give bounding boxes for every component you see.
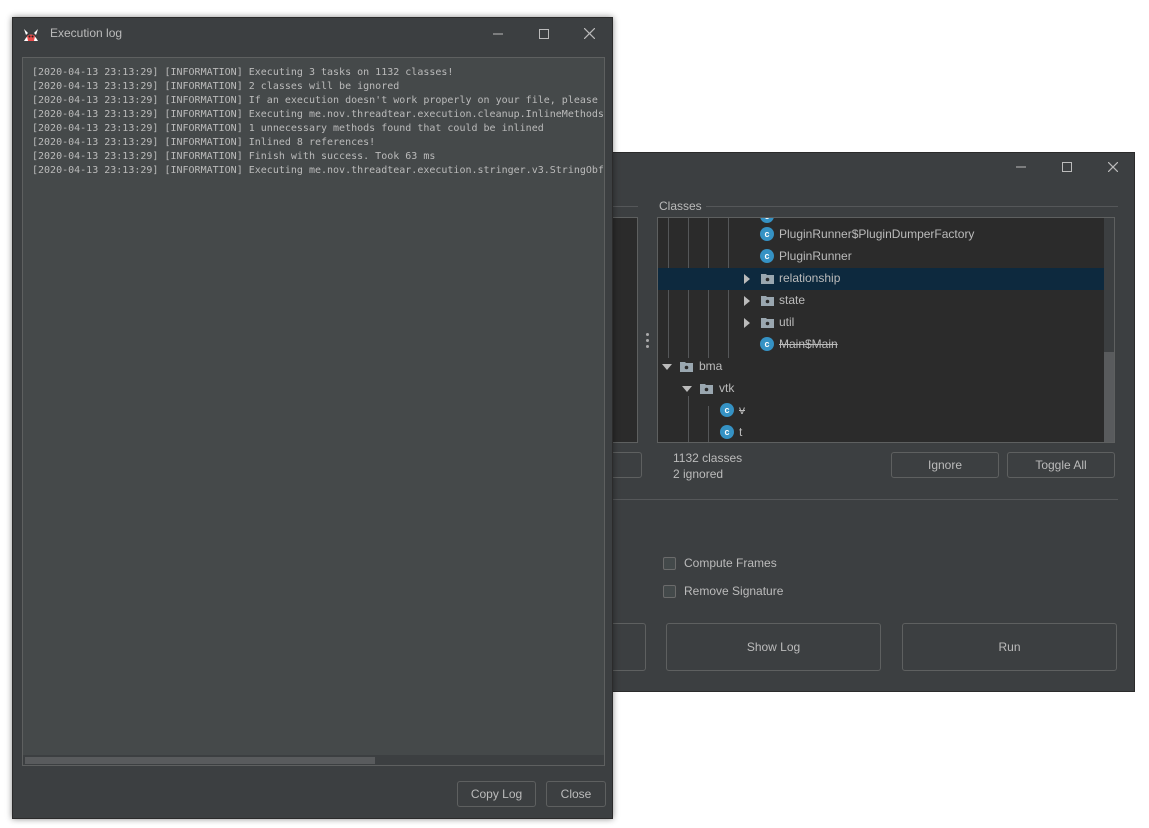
class-icon: c [760, 249, 774, 263]
tree-label: v [739, 403, 745, 417]
folder-icon [761, 318, 774, 328]
tree-row[interactable]: state [658, 290, 1104, 312]
window-title: Execution log [50, 26, 123, 40]
log-line: [2020-04-13 23:13:29] [INFORMATION] Exec… [32, 165, 605, 176]
tree-label: util [779, 315, 795, 329]
log-line: [2020-04-13 23:13:29] [INFORMATION] Inli… [32, 137, 376, 148]
tree-label: bma [699, 359, 723, 373]
folder-icon [761, 274, 774, 284]
tree-label: PluginRunner [779, 249, 852, 263]
tree-label: state [779, 293, 806, 307]
close-icon[interactable] [566, 18, 612, 49]
tree-row[interactable]: util [658, 312, 1104, 334]
tree-scrollbar-thumb[interactable] [1104, 352, 1114, 442]
tree-label: Main$Main [779, 337, 838, 351]
splitter-handle[interactable] [646, 333, 650, 349]
close-button[interactable]: Close [546, 781, 606, 807]
tree-row[interactable]: c PluginRunner$PluginDumperFactory [658, 224, 1104, 246]
remove-signature-option[interactable]: Remove Signature [663, 582, 783, 600]
run-button[interactable]: Run [902, 623, 1117, 671]
copy-log-button[interactable]: Copy Log [457, 781, 536, 807]
log-scrollbar-thumb[interactable] [25, 757, 375, 764]
collapse-arrow-icon[interactable] [662, 362, 672, 372]
tree-row[interactable]: vtk [658, 378, 1104, 400]
tree-label: vtk [719, 381, 735, 395]
folder-icon [680, 362, 693, 372]
ignore-button[interactable]: Ignore [891, 452, 999, 478]
class-icon: c [760, 337, 774, 351]
log-line: [2020-04-13 23:13:29] [INFORMATION] Exec… [32, 67, 454, 78]
remove-signature-checkbox[interactable] [663, 584, 676, 598]
log-line: [2020-04-13 23:13:29] [INFORMATION] Fini… [32, 151, 436, 162]
expand-arrow-icon[interactable] [742, 318, 752, 328]
app-logo-icon [24, 29, 38, 41]
folder-icon [761, 296, 774, 306]
classes-label: Classes [655, 199, 706, 213]
main-titlebar [604, 153, 1134, 181]
remove-signature-label: Remove Signature [684, 584, 784, 598]
tree-label: t [739, 425, 743, 439]
expand-arrow-icon[interactable] [742, 274, 752, 284]
collapse-arrow-icon[interactable] [682, 384, 692, 394]
tree-row[interactable]: bma [658, 356, 1104, 378]
log-horizontal-scrollbar[interactable] [23, 755, 604, 765]
execution-log-window: Execution log [2020-04-13 23:13:29] [INF… [12, 17, 613, 819]
main-window: Classes c c PluginRunner$PluginDumperFac… [603, 152, 1135, 692]
log-titlebar: Execution log [13, 18, 612, 49]
log-lines: [2020-04-13 23:13:29] [INFORMATION] Exec… [32, 66, 605, 178]
compute-frames-label: Compute Frames [684, 556, 777, 570]
class-icon: c [720, 403, 734, 417]
log-line: [2020-04-13 23:13:29] [INFORMATION] If a… [32, 95, 605, 106]
tree-row[interactable]: c Main$Main [658, 334, 1104, 356]
tree-row[interactable]: c PluginRunner [658, 246, 1104, 268]
close-icon[interactable] [1090, 153, 1134, 181]
maximize-icon[interactable] [1044, 153, 1090, 181]
folder-icon [700, 384, 713, 394]
tree-row[interactable]: c t [658, 422, 1104, 442]
toggle-all-button[interactable]: Toggle All [1007, 452, 1115, 478]
log-line: [2020-04-13 23:13:29] [INFORMATION] 2 cl… [32, 81, 400, 92]
log-text-area[interactable]: [2020-04-13 23:13:29] [INFORMATION] Exec… [22, 57, 605, 766]
show-log-button[interactable]: Show Log [666, 623, 881, 671]
class-icon: c [760, 227, 774, 241]
tree-label: PluginRunner$PluginDumperFactory [779, 227, 975, 241]
compute-frames-option[interactable]: Compute Frames [663, 554, 777, 572]
classes-group-border [655, 206, 1118, 207]
class-count: 1132 classes [673, 451, 743, 465]
tree-label: relationship [779, 271, 841, 285]
tree-scrollbar[interactable] [1104, 218, 1114, 442]
compute-frames-checkbox[interactable] [663, 556, 676, 570]
tree-row[interactable]: c v [658, 400, 1104, 422]
tree-row-selected[interactable]: relationship [658, 268, 1104, 290]
minimize-icon[interactable] [475, 18, 521, 49]
class-tree[interactable]: c c PluginRunner$PluginDumperFactory c P… [657, 217, 1115, 443]
ignored-count: 2 ignored [673, 467, 724, 481]
maximize-icon[interactable] [521, 18, 567, 49]
expand-arrow-icon[interactable] [742, 296, 752, 306]
class-icon: c [760, 218, 774, 223]
log-line: [2020-04-13 23:13:29] [INFORMATION] 1 un… [32, 123, 544, 134]
section-divider [604, 499, 1118, 500]
minimize-icon[interactable] [998, 153, 1044, 181]
log-line: [2020-04-13 23:13:29] [INFORMATION] Exec… [32, 109, 604, 120]
class-icon: c [720, 425, 734, 439]
